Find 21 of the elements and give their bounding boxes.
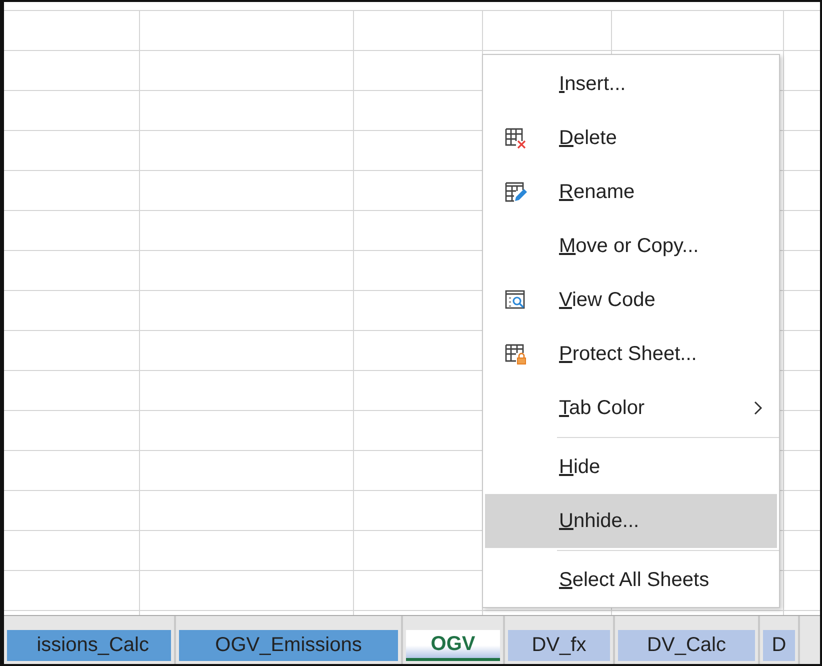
menu-item[interactable]: Insert...: [483, 57, 779, 111]
sheet-tab[interactable]: DV_fx: [508, 630, 610, 661]
sheet-icon: [505, 343, 527, 365]
sheet-tab[interactable]: OGV_Emissions: [179, 630, 398, 661]
sheet-icon: [505, 181, 527, 203]
sheet-icon: [505, 127, 527, 149]
menu-item[interactable]: Move or Copy...: [483, 219, 779, 273]
chevron-right-icon: [753, 400, 763, 416]
sheet-tab[interactable]: OGV: [406, 630, 500, 661]
menu-item[interactable]: Tab Color: [483, 381, 779, 435]
sheet-tab[interactable]: issions_Calc: [7, 630, 171, 661]
menu-item[interactable]: Protect Sheet...: [483, 327, 779, 381]
sheet-tab[interactable]: D: [763, 630, 795, 661]
sheet-tab[interactable]: DV_Calc: [618, 630, 755, 661]
menu-item[interactable]: Select All Sheets: [483, 553, 779, 607]
menu-item[interactable]: Delete: [483, 111, 779, 165]
sheet-icon: [505, 289, 527, 311]
menu-item[interactable]: Unhide...: [485, 494, 777, 548]
menu-item[interactable]: Rename: [483, 165, 779, 219]
menu-item[interactable]: Hide: [483, 440, 779, 494]
menu-item[interactable]: View Code: [483, 273, 779, 327]
